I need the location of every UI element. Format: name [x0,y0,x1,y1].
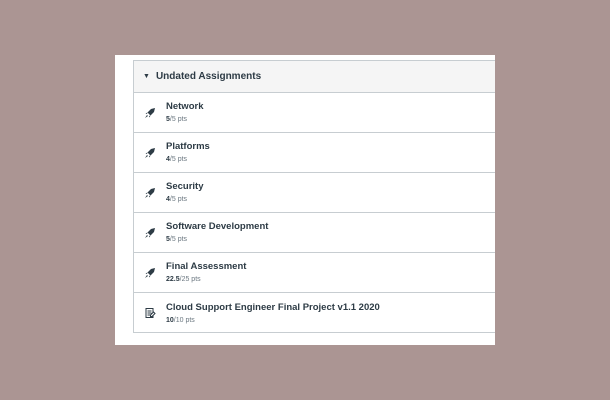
assignment-points: 10/10 pts [166,316,195,324]
assignment-points: 5/5 pts [166,236,188,243]
assignment-row-security[interactable]: Security 4/5 pts [134,173,495,213]
assignment-title[interactable]: Platforms [166,141,210,153]
rocket-icon [134,107,166,119]
assignment-icon [134,307,166,319]
assignment-row-platforms[interactable]: Platforms 4/5 pts [134,133,495,173]
rocket-icon [134,187,166,199]
rocket-icon [134,227,166,239]
assignment-row-network[interactable]: Network 5/5 pts [134,93,495,133]
assignment-group: ▼ Undated Assignments Network 5/5 pts Pl… [133,60,495,333]
rocket-icon [134,267,166,279]
assignment-title[interactable]: Network [166,101,203,113]
assignment-title[interactable]: Security [166,181,204,193]
group-title: Undated Assignments [155,71,262,82]
assignment-points: 4/5 pts [166,196,188,203]
assignment-points: 5/5 pts [166,116,188,123]
rocket-icon [134,147,166,159]
assignments-card: ▼ Undated Assignments Network 5/5 pts Pl… [115,55,495,345]
group-header-undated-assignments[interactable]: ▼ Undated Assignments [134,61,495,93]
assignment-points: 22.5/25 pts [166,276,201,283]
assignment-row-final-project[interactable]: Cloud Support Engineer Final Project v1.… [134,293,495,333]
assignment-title[interactable]: Final Assessment [166,261,246,273]
assignment-row-final-assessment[interactable]: Final Assessment 22.5/25 pts [134,253,495,293]
caret-down-icon[interactable]: ▼ [143,73,150,80]
assignment-row-software-development[interactable]: Software Development 5/5 pts [134,213,495,253]
assignment-title[interactable]: Cloud Support Engineer Final Project v1.… [166,302,380,314]
assignment-title[interactable]: Software Development [166,221,268,233]
assignment-points: 4/5 pts [166,156,188,163]
